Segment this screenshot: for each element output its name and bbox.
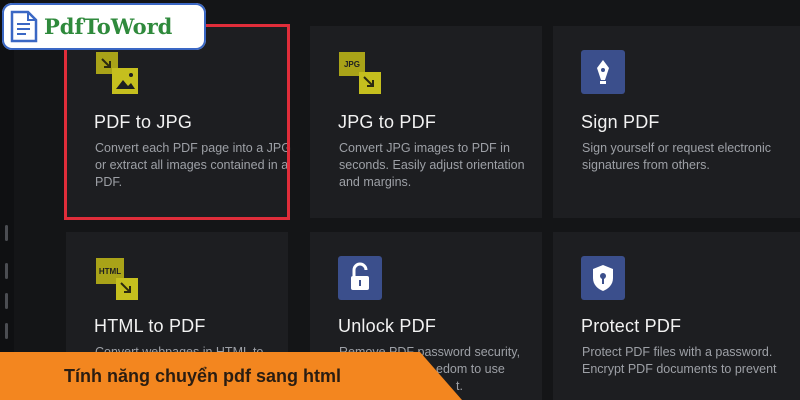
html-icon-label: HTML (99, 267, 121, 276)
pen-nib-icon (581, 50, 625, 94)
tool-card-pdf-to-jpg[interactable]: PDF to JPG Convert each PDF page into a … (66, 26, 291, 218)
jpg-icon-label: JPG (344, 60, 360, 69)
tool-title: Protect PDF (581, 316, 682, 336)
unlock-icon (338, 256, 382, 300)
tool-title: Unlock PDF (338, 316, 437, 336)
tool-description: Convert JPG images to PDF in seconds. Ea… (339, 141, 525, 189)
rail-tick (5, 293, 8, 309)
jpg-to-pdf-icon: JPG (339, 52, 381, 94)
tool-card-jpg-to-pdf[interactable]: JPG JPG to PDF Convert JPG images to PDF… (310, 26, 542, 218)
tool-title: JPG to PDF (338, 112, 437, 132)
tool-title: Sign PDF (581, 112, 660, 132)
tool-description: Sign yourself or request electronic sign… (582, 141, 771, 172)
rail-tick (5, 263, 8, 279)
banner-text: Tính năng chuyển pdf sang html (64, 366, 341, 386)
tool-card-sign-pdf[interactable]: Sign PDF Sign yourself or request electr… (553, 26, 800, 218)
rail-tick (5, 323, 8, 339)
tool-title: PDF to JPG (94, 112, 193, 132)
pdftoword-logo[interactable]: PdfToWord (2, 3, 206, 50)
shield-lock-icon (581, 256, 625, 300)
tool-title: HTML to PDF (94, 316, 206, 336)
html-to-pdf-icon: HTML (96, 258, 138, 300)
document-icon (10, 10, 38, 43)
logo-text: PdfToWord (44, 14, 173, 39)
tool-description: Convert each PDF page into a JPG or extr… (95, 141, 291, 189)
left-rail (0, 0, 14, 400)
pdf-to-jpg-icon (96, 52, 138, 94)
rail-tick (5, 225, 8, 241)
